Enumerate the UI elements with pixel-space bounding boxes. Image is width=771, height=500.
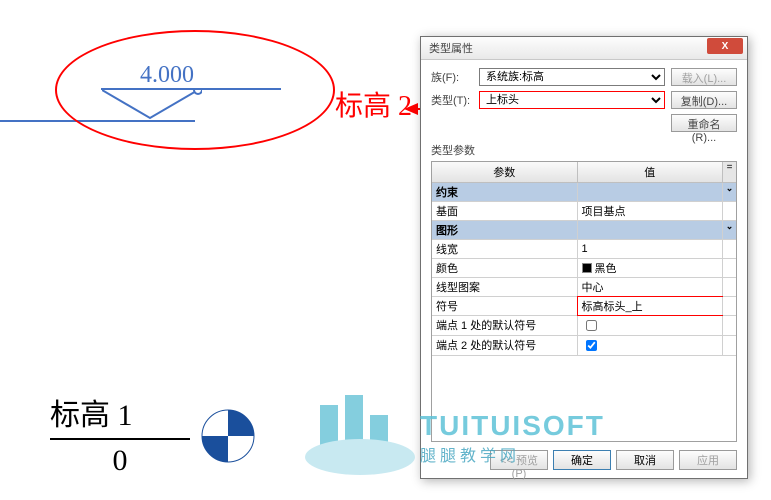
close-button[interactable]: X (707, 38, 743, 54)
row-color[interactable]: 颜色 黑色 (432, 259, 736, 278)
group-graphics[interactable]: 图形 ⌄ (432, 221, 736, 240)
rename-button[interactable]: 重命名(R)... (671, 114, 737, 132)
type-label: 类型(T): (431, 92, 479, 108)
group-constraints[interactable]: 约束 ⌄ (432, 183, 736, 202)
load-button[interactable]: 载入(L)... (671, 68, 737, 86)
end2-checkbox[interactable] (586, 340, 597, 351)
copy-button[interactable]: 复制(D)... (671, 91, 737, 109)
params-grid: 参数 值 = 约束 ⌄ 基面 项目基点 图形 ⌄ (431, 161, 737, 442)
collapse-icon[interactable]: ⌄ (722, 221, 736, 239)
row-basis[interactable]: 基面 项目基点 (432, 202, 736, 221)
row-linewidth[interactable]: 线宽 1 (432, 240, 736, 259)
watermark-shape-icon (300, 395, 420, 475)
type-row: 类型(T): 上标头 复制(D)... (431, 91, 737, 109)
level1-value: 0 (50, 444, 190, 478)
watermark-brand: TUITUISOFT (420, 410, 605, 442)
annotation-label: 标高 2 (335, 84, 412, 124)
close-icon: X (722, 41, 729, 52)
color-swatch-icon (582, 263, 592, 273)
level1-marker: 标高 1 0 (50, 390, 190, 478)
end1-checkbox[interactable] (586, 320, 597, 331)
annotation-ellipse (55, 30, 335, 150)
dialog-title: 类型属性 (429, 40, 473, 56)
row-default-end1[interactable]: 端点 1 处的默认符号 (432, 316, 736, 336)
family-combo[interactable]: 系统族:标高 (479, 68, 665, 86)
level1-label: 标高 1 (50, 390, 190, 434)
dialog-titlebar[interactable]: 类型属性 X (421, 37, 747, 60)
family-row: 族(F): 系统族:标高 载入(L)... (431, 68, 737, 86)
header-value: 值 (578, 162, 723, 182)
level1-line (50, 438, 190, 440)
family-label: 族(F): (431, 69, 479, 85)
cancel-button[interactable]: 取消 (616, 450, 674, 470)
type-params-label: 类型参数 (431, 142, 737, 158)
row-default-end2[interactable]: 端点 2 处的默认符号 (432, 336, 736, 356)
header-equals: = (722, 162, 736, 182)
row-symbol[interactable]: 符号 标高标头_上 (432, 297, 736, 316)
watermark-sub: 腿腿教学网 (420, 442, 605, 466)
header-param: 参数 (432, 162, 578, 182)
type-combo[interactable]: 上标头 (479, 91, 665, 109)
apply-button[interactable]: 应用 (679, 450, 737, 470)
rename-row: 重命名(R)... (431, 114, 737, 132)
drawing-canvas: 4.000 标高 2 类型属性 X 族(F): 系统族:标高 载入(L)... … (0, 0, 771, 500)
collapse-icon[interactable]: ⌄ (722, 183, 736, 201)
params-header: 参数 值 = (432, 162, 736, 183)
row-pattern[interactable]: 线型图案 中心 (432, 278, 736, 297)
level1-target-icon (198, 406, 258, 466)
